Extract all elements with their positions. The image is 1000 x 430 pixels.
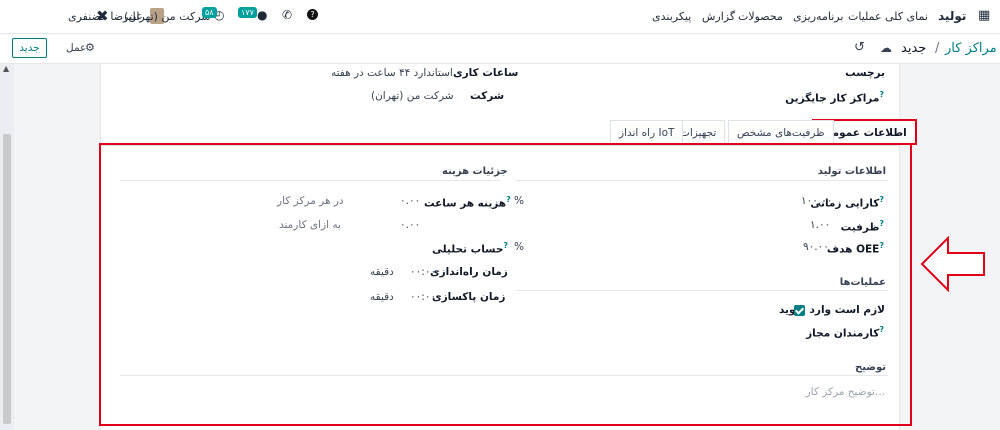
help-icon[interactable]: ?	[307, 9, 318, 20]
menu-products[interactable]: محصولات	[738, 10, 783, 23]
highlight-box	[99, 143, 912, 426]
menu-overview[interactable]: نمای کلی	[885, 10, 928, 23]
new-button[interactable]: جدید	[12, 38, 47, 58]
control-panel: مراکز کار / جدید ☁ ↺ ⚙ عمل	[0, 34, 1000, 64]
company-label: شرکت	[470, 90, 505, 102]
working-hours-label: ساعات کاری	[453, 67, 519, 79]
breadcrumb-current: جدید	[901, 41, 927, 56]
alternative-workcenters-text: مراکز کار جایگزین	[785, 92, 880, 105]
phone-icon[interactable]: ✆	[282, 8, 292, 22]
scrollbar[interactable]: ▲	[0, 64, 14, 430]
scroll-up-icon[interactable]: ▲	[3, 64, 9, 73]
alternative-workcenters-label: مراکز کار جایگزین?	[785, 90, 885, 105]
chat-icon[interactable]: ●	[257, 8, 267, 22]
pointer-arrow-icon	[920, 236, 985, 292]
activity-badge: ۵۸	[202, 7, 217, 18]
menu-operations[interactable]: عملیات	[848, 10, 882, 23]
top-navbar: ▦ تولید نمای کلی عملیات برنامه‌ریزی محصو…	[0, 0, 1000, 34]
scrollbar-thumb[interactable]	[3, 134, 11, 424]
debug-tools-icon[interactable]: ✖	[96, 7, 109, 25]
menu-reporting[interactable]: گزارش	[702, 10, 735, 23]
discard-icon[interactable]: ↺	[854, 40, 865, 55]
working-hours-value[interactable]: استاندارد ۴۴ ساعت در هفته	[331, 67, 453, 79]
save-cloud-icon[interactable]: ☁	[880, 41, 892, 55]
menu-planning[interactable]: برنامه‌ریزی	[793, 10, 843, 23]
help-tooltip-icon[interactable]: ?	[879, 90, 884, 99]
apps-menu-icon[interactable]: ▦	[978, 8, 990, 23]
breadcrumb-separator: /	[935, 41, 940, 56]
company-value[interactable]: شرکت من (تهران)	[371, 90, 454, 102]
app-name[interactable]: تولید	[938, 9, 966, 23]
breadcrumb-parent[interactable]: مراکز کار	[945, 41, 997, 56]
action-gear-icon[interactable]: ⚙	[85, 41, 95, 54]
menu-configuration[interactable]: پیکربندی	[652, 10, 691, 23]
tag-label: برچسب	[845, 67, 885, 79]
action-menu[interactable]: عمل	[66, 42, 86, 54]
messages-badge: ۱۷۷	[238, 7, 257, 18]
company-switcher[interactable]: شرکت من (تهران)	[124, 10, 211, 23]
